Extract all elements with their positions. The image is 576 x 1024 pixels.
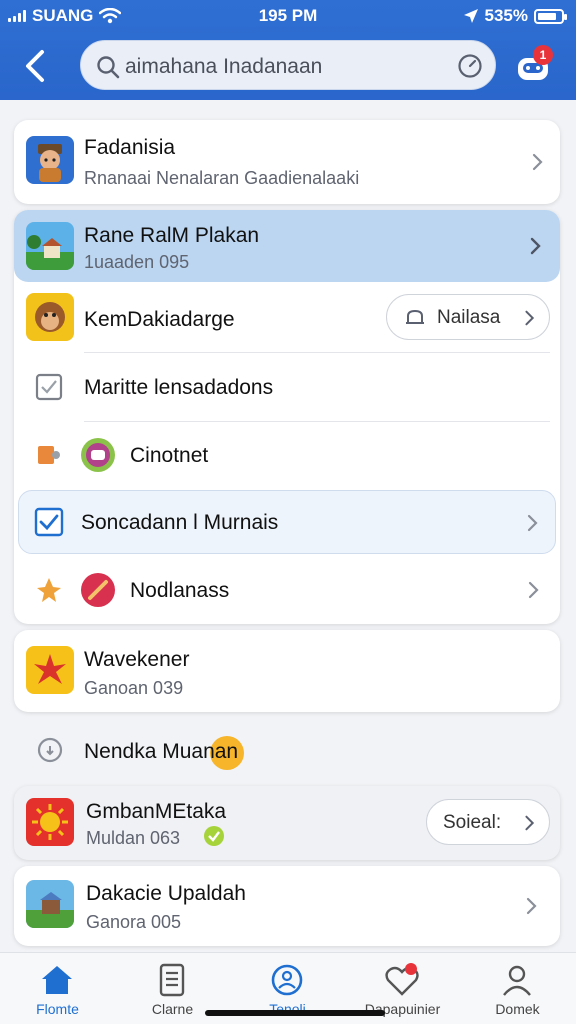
top-app-bar: SUANG 195 PM 535% aimahana Inadanaan 1 [0,0,576,100]
list-item[interactable]: Nendka Muanan [14,720,560,780]
app-icon-monkey [26,293,74,341]
profile-circle-icon [271,964,303,996]
timer-icon[interactable] [457,53,483,79]
bell-icon [406,309,424,324]
verified-icon [204,826,224,846]
list-item-title: Maritte lensadadons [84,376,274,399]
list-group-card: Rane RalM Plakan 1uaaden 095 KemDakiadar… [14,210,560,624]
checkbox-unchecked[interactable] [34,372,64,402]
app-icon-sun [26,798,74,846]
list-item-title: Nendka Muanan [84,740,239,763]
list-item[interactable]: Nodlanass [14,558,560,622]
brush-badge-icon [81,573,115,607]
tab-home[interactable]: Flomte [0,953,115,1024]
pill-label: Nailasa [437,307,501,328]
chevron-right-icon[interactable] [528,152,548,172]
location-arrow-icon [463,9,478,23]
monkey-icon [35,302,65,332]
search-input-value[interactable]: aimahana Inadanaan [125,55,322,79]
chevron-right-icon [525,310,535,326]
action-pill-button[interactable]: Nailasa [386,294,550,340]
list-item-title: Cinotnet [130,444,209,467]
list-item-title: GmbanMEtaka [86,800,227,823]
list-item-title: Fadanisia [84,136,176,159]
list-item-subtitle: Muldan 063 [86,828,181,848]
user-icon [503,965,531,996]
home-indicator[interactable] [205,1010,385,1016]
sun-icon [32,804,68,840]
list-item[interactable]: KemDakiadarge Nailasa [14,284,560,352]
list-item-subtitle: 1uaaden 095 [84,252,190,272]
puzzle-icon [38,446,60,464]
tab-label: Flomte [36,1001,79,1017]
list-item-subtitle: Rnanaai Nenalaran Gaadienalaaki [84,168,360,188]
chevron-right-icon[interactable] [526,236,546,256]
search-field[interactable]: aimahana Inadanaan [80,40,496,90]
list-item-subtitle: Ganora 005 [86,912,182,932]
list-item-title: Wavekener [84,648,190,671]
app-icon-landscape [26,222,74,270]
battery-percent: 535% [484,6,528,25]
list-item-title: Soncadann l Murnais [81,511,279,534]
tab-label: Domek [495,1001,540,1017]
game-badge-icon [81,438,115,472]
status-right: 535% [463,6,567,26]
back-button[interactable] [18,46,54,86]
list-item-title: Dakacie Upaldah [86,882,246,905]
list-item[interactable]: Maritte lensadadons [14,353,560,421]
leaf-icon [37,578,61,602]
app-icon-village [26,880,74,928]
list-item-checked[interactable]: Soncadann l Murnais [18,490,556,554]
list-card: Fadanisia Rnanaai Nenalaran Gaadienalaak… [14,120,560,204]
refresh-icon [37,737,63,763]
list-card: Dakacie Upaldah Ganora 005 [14,866,560,946]
chevron-right-icon[interactable] [524,580,544,600]
notification-badge: 1 [533,45,553,65]
checkbox-checked[interactable] [33,506,65,538]
heart-icon [385,963,419,996]
landscape-icon [26,222,74,270]
character-icon [38,144,62,182]
chevron-right-icon[interactable] [523,513,543,533]
list-item-title: KemDakiadarge [84,308,235,331]
list-item-title: Rane RalM Plakan [84,224,260,247]
list-card: Wavekener Ganoan 039 [14,630,560,712]
list-item-title: Nodlanass [130,579,230,602]
app-icon-character [26,136,74,184]
battery-fill [538,12,556,20]
list-item[interactable]: Cinotnet [14,422,560,488]
chevron-right-icon[interactable] [522,896,542,916]
status-bar: SUANG 195 PM 535% [0,0,576,32]
list-item-selected[interactable]: Rane RalM Plakan 1uaaden 095 [14,210,560,282]
battery-icon [534,8,567,24]
list-item-subtitle: Ganoan 039 [84,678,184,698]
tab-account[interactable]: Domek [460,953,575,1024]
action-pill-button[interactable]: Soieal: [426,799,550,845]
app-icon-splash [26,646,74,694]
pill-label: Soieal: [443,812,502,833]
village-icon [26,880,74,928]
chevron-right-icon [525,815,535,831]
document-icon [159,963,185,997]
search-icon [97,56,120,79]
list-card: GmbanMEtaka Muldan 063 Soieal: [14,786,560,860]
home-icon [42,966,72,994]
splash-icon [34,654,66,684]
